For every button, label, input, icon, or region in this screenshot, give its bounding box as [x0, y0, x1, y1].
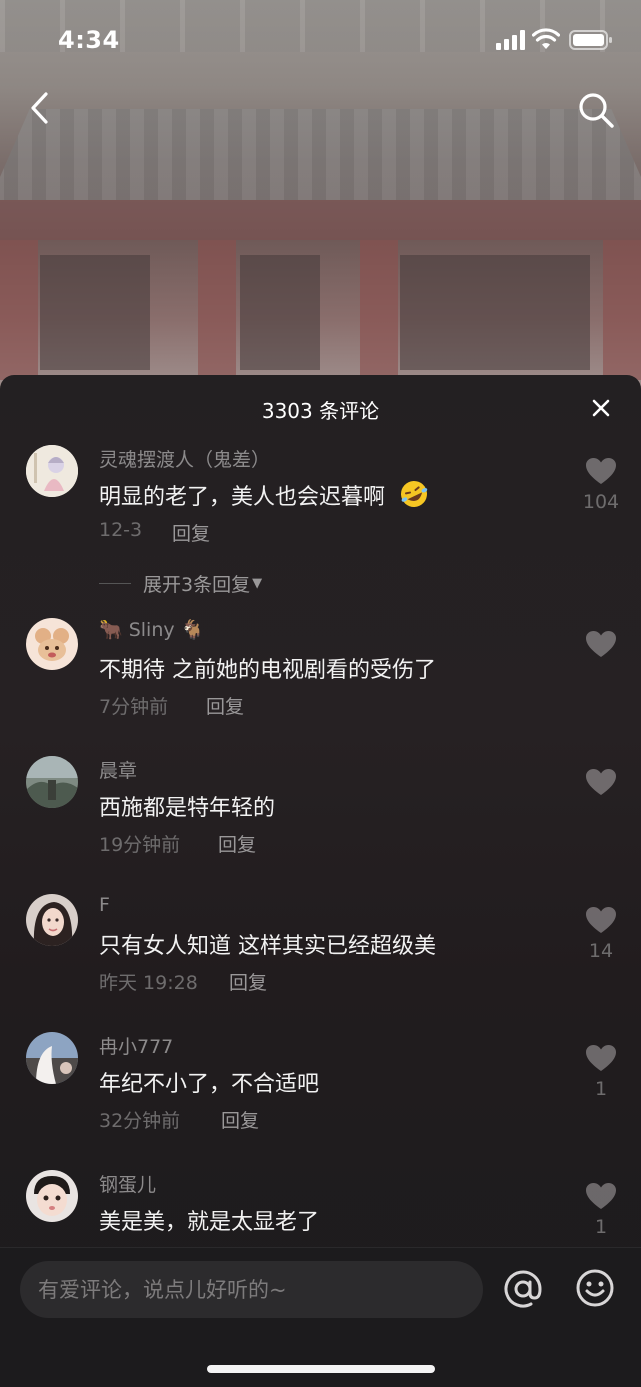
reply-button[interactable]: 回复 — [172, 519, 210, 546]
caret-down-icon: ▼ — [252, 576, 263, 591]
heart-icon[interactable] — [585, 1044, 617, 1072]
avatar[interactable] — [26, 894, 78, 946]
comment-input-bar — [0, 1247, 641, 1387]
comment-text: 明显的老了，美人也会迟暮啊 — [99, 479, 430, 515]
comment-text-body: 明显的老了，美人也会迟暮啊 — [99, 485, 386, 510]
heart-icon[interactable] — [585, 1182, 617, 1210]
comments-sheet: 3303 条评论 灵魂摆渡人（鬼差） 明显的老了，美人也会迟暮啊 12-3 回复… — [0, 375, 641, 1387]
comment-username[interactable]: 钢蛋儿 — [99, 1170, 156, 1197]
comment-text: 不期待 之前她的电视剧看的受伤了 — [99, 658, 436, 683]
comment-time: 昨天 19:28 — [99, 972, 198, 994]
like-count: 14 — [588, 940, 614, 962]
background-roof — [0, 109, 641, 200]
background-pillar — [0, 240, 38, 380]
comment-time: 12-3 — [99, 519, 143, 541]
wifi-icon — [532, 28, 560, 49]
chevron-left-icon[interactable] — [22, 88, 62, 128]
avatar[interactable] — [26, 756, 78, 808]
heart-icon[interactable] — [585, 457, 617, 485]
comment-username[interactable]: 🐂 Sliny 🐐 — [99, 618, 204, 641]
comment-time: 7分钟前 — [99, 696, 169, 718]
avatar[interactable] — [26, 618, 78, 670]
at-icon[interactable] — [502, 1268, 544, 1310]
background-pillar — [603, 240, 641, 380]
smiley-icon[interactable] — [575, 1268, 615, 1308]
background-window — [240, 255, 320, 370]
heart-icon[interactable] — [585, 906, 617, 934]
close-icon[interactable] — [586, 393, 616, 423]
comment-text: 西施都是特年轻的 — [99, 796, 276, 821]
comment-time: 32分钟前 — [99, 1110, 181, 1132]
comment-username[interactable]: F — [99, 894, 110, 916]
comment-text: 美是美，就是太显老了 — [99, 1210, 320, 1235]
reply-button[interactable]: 回复 — [218, 830, 256, 857]
screen: 4:34 3303 条评论 灵魂摆渡人（鬼差） 明显的老了，美人也会迟暮啊 12… — [0, 0, 641, 1387]
divider — [99, 583, 131, 584]
comment-text: 只有女人知道 这样其实已经超级美 — [99, 934, 436, 959]
status-time: 4:34 — [58, 26, 120, 54]
search-icon[interactable] — [574, 88, 618, 132]
comments-count-title: 3303 条评论 — [261, 399, 380, 423]
home-indicator[interactable] — [207, 1365, 435, 1373]
comment-text: 年纪不小了，不合适吧 — [99, 1072, 320, 1097]
expand-replies-label: 展开3条回复 — [143, 574, 251, 596]
avatar[interactable] — [26, 1170, 78, 1222]
comment-time: 19分钟前 — [99, 834, 181, 856]
comment-username[interactable]: 灵魂摆渡人（鬼差） — [99, 445, 270, 472]
background-pillar — [198, 240, 236, 380]
comment-username[interactable]: 晨章 — [99, 756, 137, 783]
comment-input[interactable] — [20, 1261, 483, 1318]
reply-button[interactable]: 回复 — [229, 968, 267, 995]
comment-username[interactable]: 冉小777 — [99, 1032, 173, 1059]
like-count: 1 — [594, 1078, 608, 1100]
background-beam — [0, 200, 641, 240]
heart-icon[interactable] — [585, 630, 617, 658]
status-bar: 4:34 — [0, 0, 641, 80]
background-pillar — [360, 240, 398, 380]
expand-replies-button[interactable]: 展开3条回复 ▼ — [99, 570, 262, 597]
heart-icon[interactable] — [585, 768, 617, 796]
rofl-emoji-icon — [398, 479, 430, 515]
avatar[interactable] — [26, 1032, 78, 1084]
background-window — [400, 255, 590, 370]
like-count: 1 — [594, 1216, 608, 1238]
battery-icon — [569, 30, 612, 50]
like-count: 104 — [582, 491, 620, 513]
signal-icon — [496, 30, 525, 50]
reply-button[interactable]: 回复 — [206, 692, 244, 719]
avatar[interactable] — [26, 445, 78, 497]
background-window — [40, 255, 150, 370]
reply-button[interactable]: 回复 — [221, 1106, 259, 1133]
